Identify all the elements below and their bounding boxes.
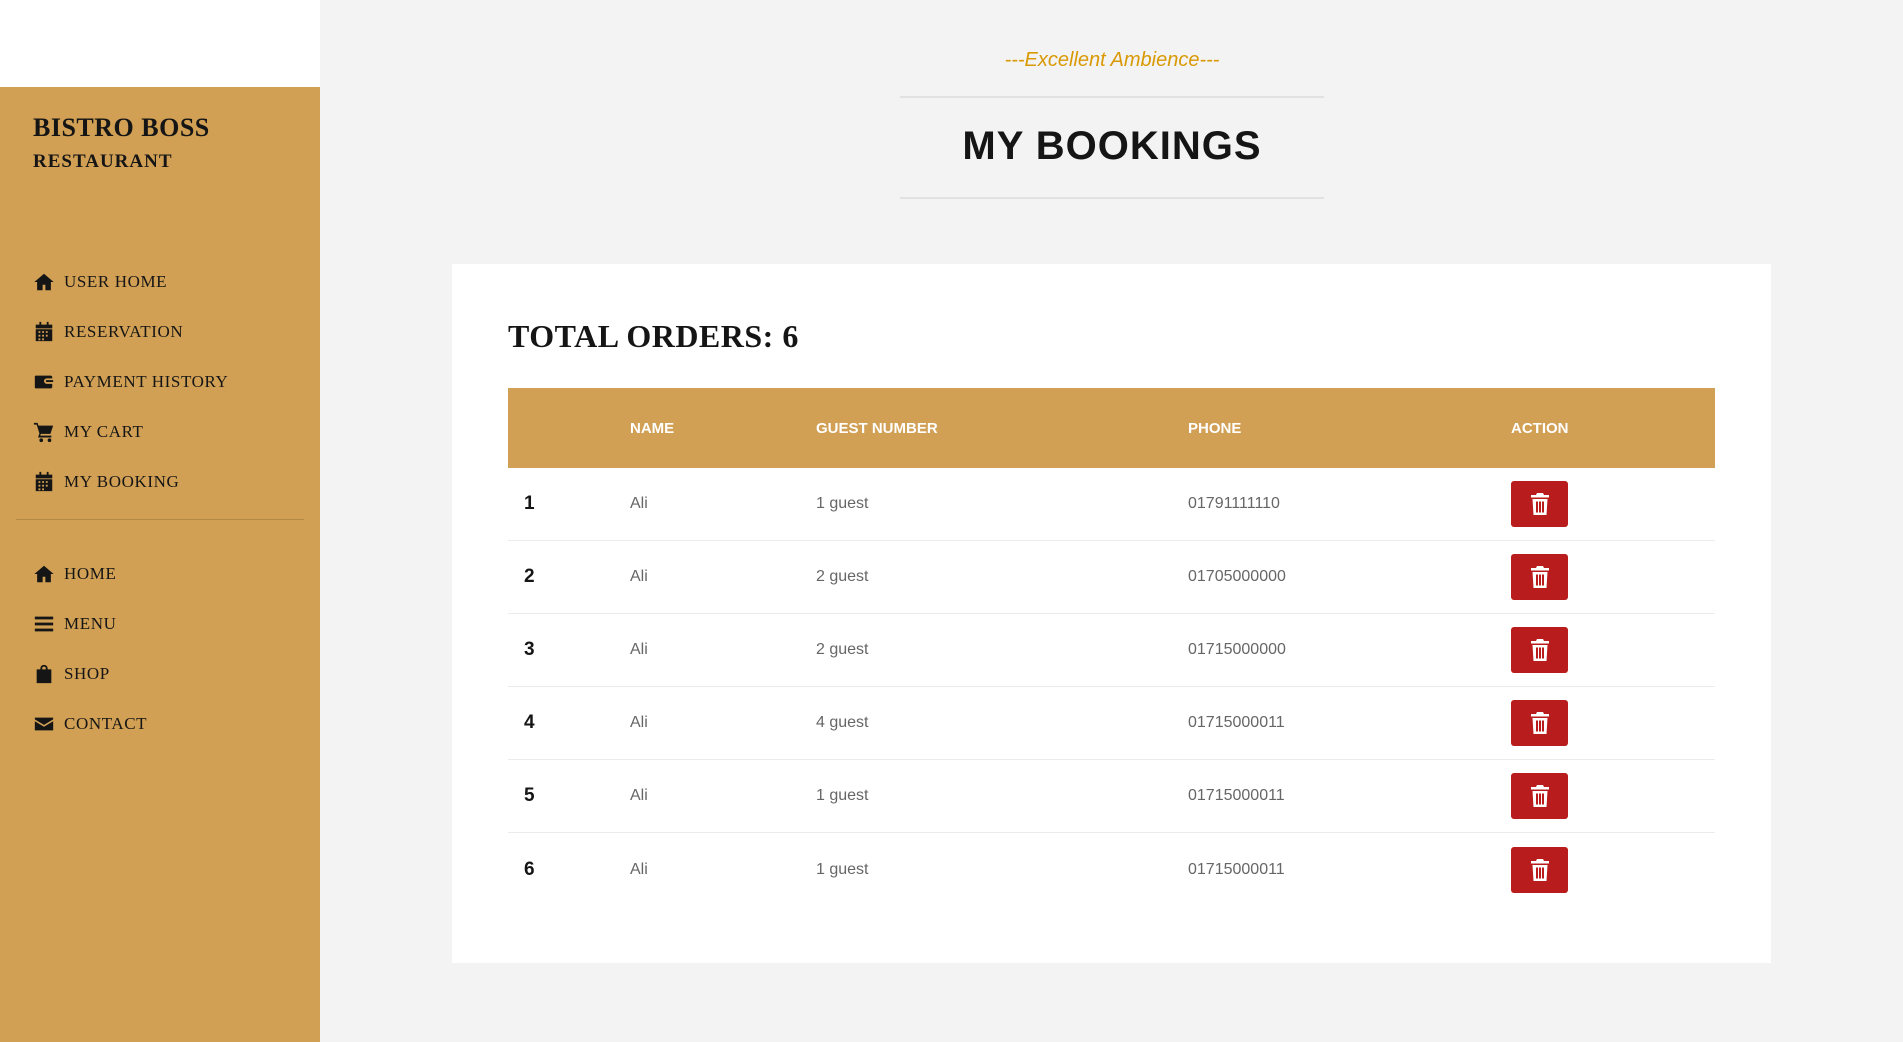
trash-icon: [1530, 712, 1550, 734]
brand-logo[interactable]: BISTRO BOSS RESTAURANT: [33, 113, 210, 173]
row-name: Ali: [630, 641, 648, 658]
row-index: 4: [524, 712, 535, 733]
app-layout: BISTRO BOSS RESTAURANT USER HOME RESERVAT…: [0, 0, 1903, 1042]
delete-booking-button[interactable]: [1511, 846, 1568, 893]
trash-icon: [1530, 858, 1550, 881]
bookings-card: TOTAL ORDERS: 6 NAME GUEST NUMBER PHONE …: [452, 264, 1771, 963]
sidebar-item-user-home[interactable]: USER HOME: [32, 257, 292, 307]
row-guest-number: 2 guest: [816, 641, 869, 658]
table-row: 2 Ali 2 guest 01705000000: [508, 541, 1715, 614]
sidebar-item-label: RESERVATION: [64, 322, 184, 341]
sidebar-item-my-booking[interactable]: MY BOOKING: [32, 457, 292, 507]
table-row: 5 Ali 1 guest 01715000011: [508, 760, 1715, 833]
section-subheading: ---Excellent Ambience---: [1004, 49, 1220, 71]
home-icon: [32, 562, 56, 586]
row-index: 6: [524, 858, 535, 880]
cart-icon: [32, 420, 56, 444]
delete-booking-button[interactable]: [1511, 627, 1568, 673]
row-name: Ali: [630, 714, 648, 731]
sidebar-item-reservation[interactable]: RESERVATION: [32, 307, 292, 357]
page-title: MY BOOKINGS: [962, 124, 1262, 168]
sidebar-item-label: MENU: [64, 614, 117, 633]
row-guest-number: 2 guest: [816, 568, 869, 585]
menu-icon: [32, 612, 56, 636]
row-index: 1: [524, 493, 535, 514]
table-header: NAME GUEST NUMBER PHONE ACTION: [508, 388, 1715, 468]
row-phone: 01715000011: [1188, 714, 1285, 731]
bookings-table: NAME GUEST NUMBER PHONE ACTION 1 Ali 1 gue…: [508, 388, 1715, 906]
main-nav: HOME MENU SHOP CONTACT: [32, 549, 292, 749]
row-index: 3: [524, 639, 535, 660]
trash-icon: [1530, 566, 1550, 588]
delete-booking-button[interactable]: [1511, 700, 1568, 746]
sidebar-item-label: CONTACT: [64, 714, 148, 733]
delete-booking-button[interactable]: [1511, 481, 1568, 527]
trash-icon: [1530, 639, 1550, 661]
calendar-icon: [32, 470, 56, 494]
calendar-icon: [32, 320, 56, 344]
sidebar-item-contact[interactable]: CONTACT: [32, 699, 292, 749]
brand-subtitle: RESTAURANT: [33, 151, 173, 172]
row-phone: 01715000000: [1188, 641, 1286, 658]
trash-icon: [1530, 785, 1550, 807]
sidebar-top-gap: [0, 0, 320, 87]
sidebar-item-label: SHOP: [64, 664, 110, 683]
heading-divider-top: [900, 96, 1324, 98]
sidebar-item-shop[interactable]: SHOP: [32, 649, 292, 699]
row-phone: 01705000000: [1188, 568, 1286, 585]
row-index: 5: [524, 785, 535, 806]
table-body: 1 Ali 1 guest 01791111110 2 Ali 2 guest 0170500…: [508, 468, 1715, 906]
row-name: Ali: [630, 860, 648, 878]
sidebar-divider: [16, 519, 304, 520]
row-phone: 01791111110: [1188, 495, 1280, 512]
column-header-action: ACTION: [1511, 419, 1569, 437]
brand-title: BISTRO BOSS: [33, 113, 210, 142]
sidebar-item-label: MY CART: [64, 422, 144, 441]
column-header-name: NAME: [630, 419, 675, 437]
heading-divider-bottom: [900, 197, 1324, 199]
row-name: Ali: [630, 568, 648, 585]
sidebar-item-menu[interactable]: MENU: [32, 599, 292, 649]
row-phone: 01715000011: [1188, 860, 1285, 878]
shopping-bag-icon: [32, 662, 56, 686]
row-name: Ali: [630, 787, 648, 804]
user-nav: USER HOME RESERVATION PAYMENT HISTORY MY CA…: [32, 257, 292, 507]
table-row: 3 Ali 2 guest 01715000000: [508, 614, 1715, 687]
row-name: Ali: [630, 495, 648, 512]
total-orders: TOTAL ORDERS: 6: [508, 318, 799, 354]
sidebar-item-label: PAYMENT HISTORY: [64, 372, 229, 391]
row-guest-number: 1 guest: [816, 787, 869, 804]
wallet-icon: [32, 370, 56, 394]
sidebar-item-my-cart[interactable]: MY CART: [32, 407, 292, 457]
sidebar-item-label: HOME: [64, 564, 117, 583]
row-action: [1511, 700, 1715, 746]
row-guest-number: 4 guest: [816, 714, 869, 731]
home-icon: [32, 270, 56, 294]
delete-booking-button[interactable]: [1511, 773, 1568, 819]
column-header-phone: PHONE: [1188, 419, 1242, 437]
row-action: [1511, 846, 1715, 893]
sidebar-item-label: USER HOME: [64, 272, 168, 291]
row-action: [1511, 554, 1715, 600]
delete-booking-button[interactable]: [1511, 554, 1568, 600]
row-index: 2: [524, 566, 535, 587]
table-row: 4 Ali 4 guest 01715000011: [508, 687, 1715, 760]
row-guest-number: 1 guest: [816, 860, 869, 878]
sidebar-item-home[interactable]: HOME: [32, 549, 292, 599]
row-action: [1511, 481, 1715, 527]
row-action: [1511, 627, 1715, 673]
trash-icon: [1530, 493, 1550, 515]
envelope-icon: [32, 712, 56, 736]
row-action: [1511, 773, 1715, 819]
sidebar-item-payment-history[interactable]: PAYMENT HISTORY: [32, 357, 292, 407]
column-header-guest-number: GUEST NUMBER: [816, 419, 938, 437]
sidebar-item-label: MY BOOKING: [64, 472, 180, 491]
sidebar: BISTRO BOSS RESTAURANT USER HOME RESERVAT…: [0, 87, 320, 1042]
row-guest-number: 1 guest: [816, 495, 869, 512]
table-row: 1 Ali 1 guest 01791111110: [508, 468, 1715, 541]
table-row: 6 Ali 1 guest 01715000011: [508, 833, 1715, 906]
row-phone: 01715000011: [1188, 787, 1285, 804]
